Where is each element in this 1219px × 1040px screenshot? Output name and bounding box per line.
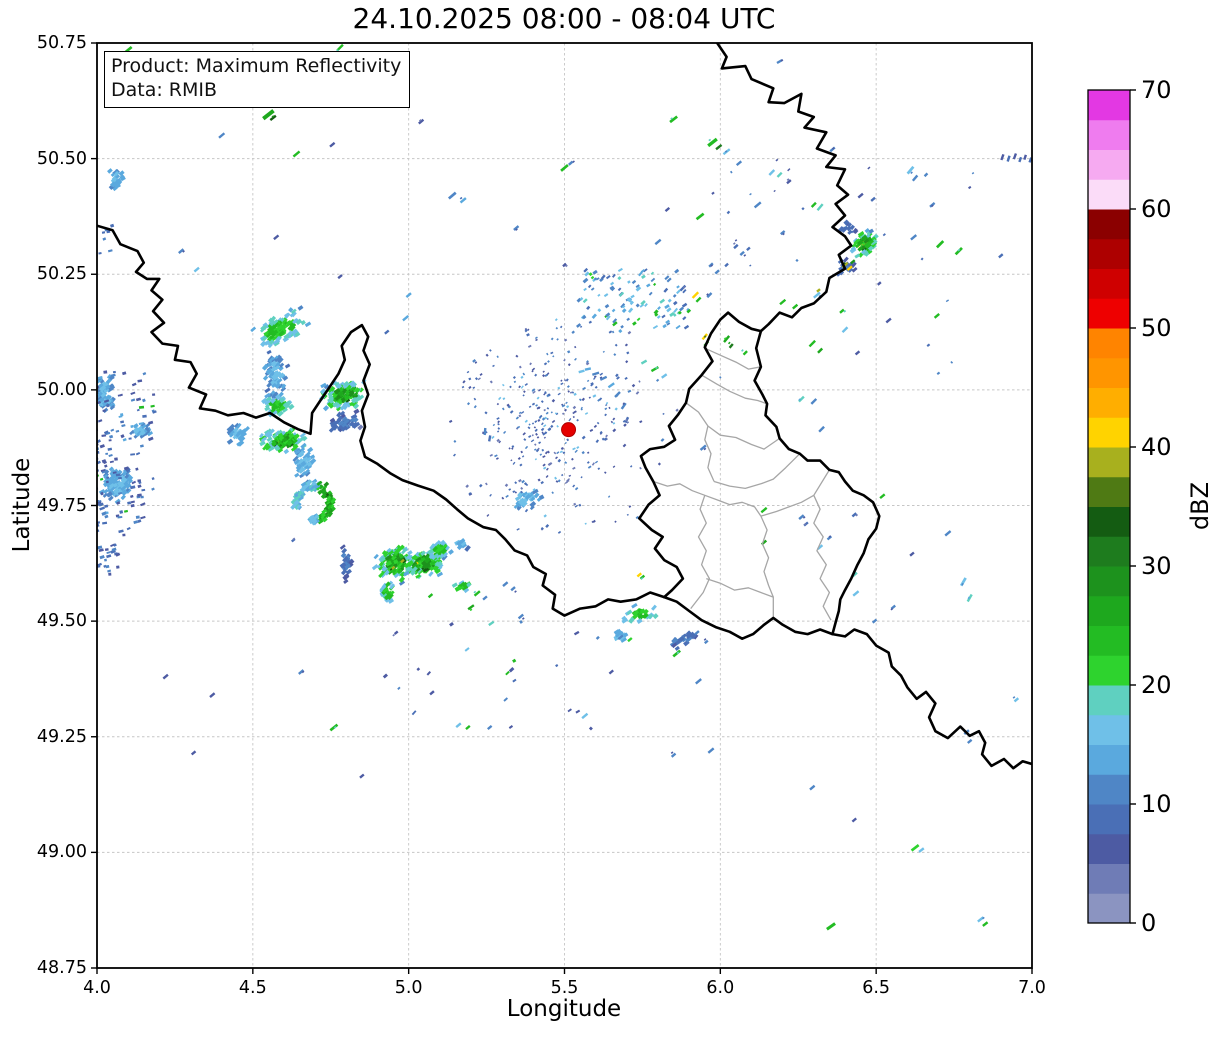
- radar-echo-cell: [138, 405, 145, 409]
- radar-echo-cell: [152, 393, 156, 396]
- colorbar-band: [1088, 476, 1130, 507]
- y-tick-label: 50.75: [36, 33, 87, 53]
- radar-echo-cell: [108, 572, 112, 576]
- radar-echo-cell: [114, 457, 118, 461]
- radar-figure: 24.10.2025 08:00 - 08:04 UTC Product: Ma…: [0, 0, 1219, 1040]
- x-tick-label: 4.0: [83, 978, 111, 998]
- colorbar-band: [1088, 119, 1130, 150]
- radar-echo-cell: [104, 558, 107, 562]
- colorbar-band: [1088, 863, 1130, 894]
- radar-echo-cell: [130, 424, 134, 429]
- colorbar-tick-label: 30: [1141, 552, 1172, 580]
- figure-title: 24.10.2025 08:00 - 08:04 UTC: [352, 2, 776, 35]
- colorbar-band: [1088, 893, 1130, 924]
- colorbar-band: [1088, 328, 1130, 359]
- radar-site-marker: [561, 422, 577, 438]
- colorbar-band: [1088, 90, 1130, 121]
- radar-echo-cell: [135, 515, 140, 519]
- y-tick-label: 50.25: [36, 264, 87, 285]
- x-tick-label: 5.0: [394, 978, 423, 998]
- x-tick-label: 6.0: [706, 978, 735, 998]
- x-tick-label: 7.0: [1018, 978, 1046, 998]
- colorbar-tick-label: 10: [1141, 790, 1172, 818]
- colorbar-band: [1088, 833, 1130, 864]
- colorbar: [1087, 89, 1136, 924]
- colorbar-tick-label: 40: [1141, 433, 1172, 461]
- colorbar-tick-label: 20: [1141, 671, 1172, 699]
- y-tick-label: 49.00: [36, 842, 87, 863]
- colorbar-band: [1088, 417, 1130, 448]
- colorbar-tick-label: 60: [1141, 195, 1172, 223]
- radar-echo-cell: [108, 439, 112, 442]
- y-tick-label: 50.00: [36, 379, 87, 400]
- radar-echo-cell: [116, 565, 120, 569]
- x-tick-label: 5.5: [550, 978, 579, 998]
- colorbar-band: [1088, 179, 1130, 210]
- x-axis-label: Longitude: [506, 996, 622, 1022]
- x-tick-label: 6.5: [862, 978, 891, 998]
- y-tick-label: 49.25: [36, 726, 87, 747]
- colorbar-band: [1088, 149, 1130, 180]
- colorbar-band: [1088, 625, 1130, 656]
- colorbar-band: [1088, 357, 1130, 388]
- colorbar-band: [1088, 804, 1130, 835]
- radar-echo-cell: [103, 370, 108, 374]
- colorbar-band: [1088, 536, 1130, 567]
- colorbar-band: [1088, 714, 1130, 745]
- colorbar-band: [1088, 744, 1130, 775]
- product-box-line1: Product: Maximum Reflectivity: [111, 55, 402, 77]
- colorbar-band: [1088, 268, 1130, 299]
- y-tick-label: 48.75: [36, 958, 87, 978]
- colorbar-tick-label: 70: [1141, 76, 1172, 104]
- product-box-line2: Data: RMIB: [111, 79, 218, 102]
- colorbar-band: [1088, 209, 1130, 240]
- colorbar-tick-label: 0: [1141, 909, 1157, 937]
- radar-echo-cell: [482, 431, 484, 434]
- radar-echo-cell: [122, 533, 126, 537]
- y-tick-label: 49.50: [36, 611, 87, 632]
- product-box: Product: Maximum Reflectivity Data: RMIB: [104, 51, 411, 108]
- x-tick-label: 4.5: [238, 978, 267, 998]
- colorbar-tick-label: 50: [1141, 314, 1172, 342]
- radar-echo-cell: [112, 370, 116, 374]
- colorbar-band: [1088, 566, 1130, 597]
- radar-echo-cell: [120, 413, 124, 417]
- radar-echo-cell: [102, 409, 106, 412]
- y-axis-label: Latitude: [9, 457, 35, 553]
- y-tick-label: 50.50: [36, 148, 87, 169]
- map-canvas: [91, 42, 1136, 974]
- colorbar-band: [1088, 685, 1130, 716]
- colorbar-band: [1088, 447, 1130, 478]
- colorbar-band: [1088, 655, 1130, 686]
- radar-echo-cell: [137, 493, 142, 497]
- colorbar-band: [1088, 387, 1130, 418]
- radar-echo-cell: [105, 452, 109, 455]
- radar-echo-cell: [142, 414, 147, 418]
- y-tick-label: 49.75: [36, 495, 87, 516]
- colorbar-label: dBZ: [1186, 481, 1214, 531]
- colorbar-band: [1088, 298, 1130, 329]
- colorbar-band: [1088, 595, 1130, 626]
- colorbar-band: [1088, 774, 1130, 805]
- colorbar-band: [1088, 506, 1130, 537]
- radar-echo-cell: [106, 476, 110, 479]
- radar-echo-cell: [104, 548, 109, 552]
- colorbar-band: [1088, 238, 1130, 269]
